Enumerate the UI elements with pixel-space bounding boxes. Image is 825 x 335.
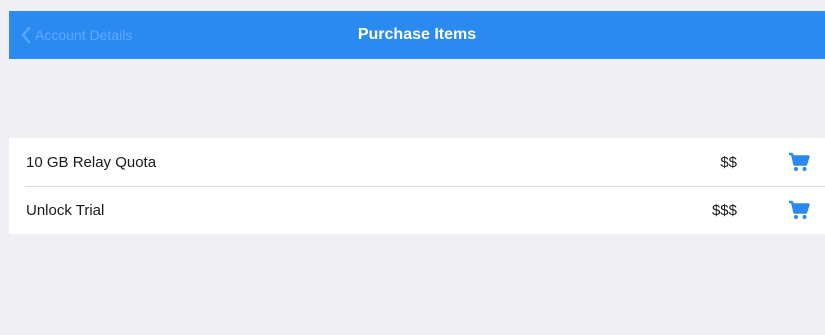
purchase-items-list: 10 GB Relay Quota $$ Unlock Trial $$$ xyxy=(9,138,825,234)
navigation-bar: Account Details Purchase Items xyxy=(9,11,825,59)
item-price: $$ xyxy=(720,153,737,171)
item-label: 10 GB Relay Quota xyxy=(26,153,157,171)
list-item[interactable]: Unlock Trial $$$ xyxy=(9,186,825,234)
item-price: $$$ xyxy=(711,201,737,219)
list-item[interactable]: 10 GB Relay Quota $$ xyxy=(9,138,825,186)
cart-icon[interactable] xyxy=(787,198,811,222)
page-title: Purchase Items xyxy=(357,26,477,43)
item-label: Unlock Trial xyxy=(26,201,105,219)
cart-icon[interactable] xyxy=(787,150,811,174)
